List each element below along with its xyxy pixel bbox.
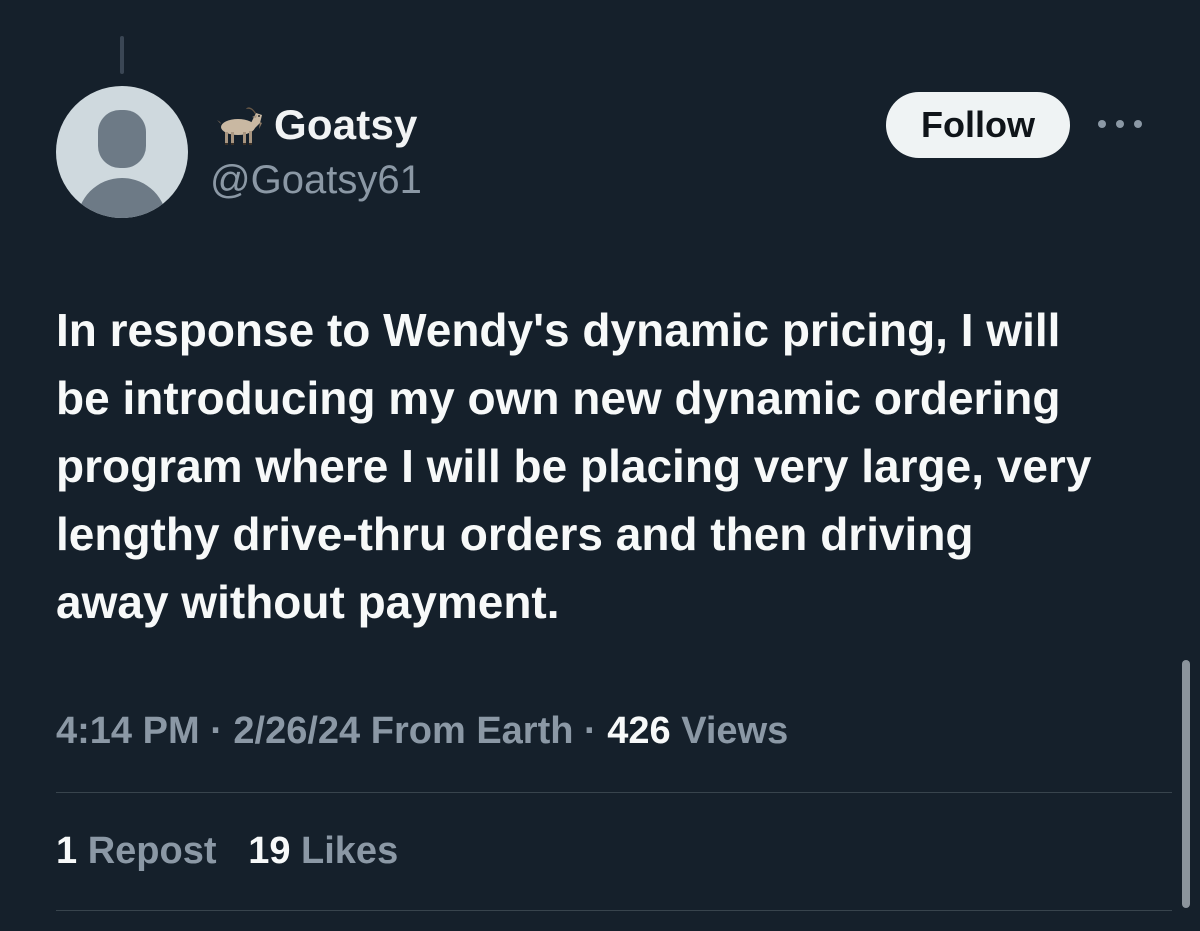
likes-count: 19 bbox=[248, 830, 291, 872]
tweet-time[interactable]: 4:14 PM bbox=[56, 710, 200, 752]
views-count: 426 bbox=[607, 710, 671, 752]
likes-stat[interactable]: 19 Likes bbox=[248, 830, 398, 872]
divider bbox=[56, 910, 1172, 911]
meta-separator: · bbox=[210, 710, 223, 752]
thread-line bbox=[120, 36, 124, 74]
reposts-count: 1 bbox=[56, 830, 78, 872]
scrollbar[interactable] bbox=[1182, 660, 1190, 908]
reposts-label: Repost bbox=[87, 830, 217, 872]
meta-separator: · bbox=[584, 710, 597, 752]
display-name[interactable]: Goatsy bbox=[274, 101, 418, 149]
goat-emoji-icon bbox=[217, 107, 262, 145]
more-dot bbox=[1098, 120, 1106, 128]
engagement-stats: 1 Repost 19 Likes bbox=[56, 830, 398, 873]
tweet-meta: 4:14 PM · 2/26/24 From Earth · 426 Views bbox=[56, 710, 788, 753]
likes-label: Likes bbox=[301, 830, 399, 872]
name-row: Goatsy bbox=[212, 100, 418, 150]
tweet-date[interactable]: 2/26/24 bbox=[233, 710, 360, 752]
avatar-head bbox=[98, 110, 146, 168]
tweet-source: From Earth bbox=[370, 710, 574, 752]
more-dot bbox=[1116, 120, 1124, 128]
tweet-text: In response to Wendy's dynamic pricing, … bbox=[56, 304, 1092, 628]
user-handle[interactable]: @Goatsy61 bbox=[210, 158, 422, 203]
avatar-body bbox=[77, 178, 167, 218]
avatar[interactable] bbox=[56, 86, 188, 218]
reposts-stat[interactable]: 1 Repost bbox=[56, 830, 217, 872]
more-dot bbox=[1134, 120, 1142, 128]
more-horizontal-icon[interactable] bbox=[1098, 112, 1142, 136]
views-label: Views bbox=[681, 710, 789, 752]
follow-button[interactable]: Follow bbox=[886, 92, 1070, 158]
divider bbox=[56, 792, 1172, 793]
